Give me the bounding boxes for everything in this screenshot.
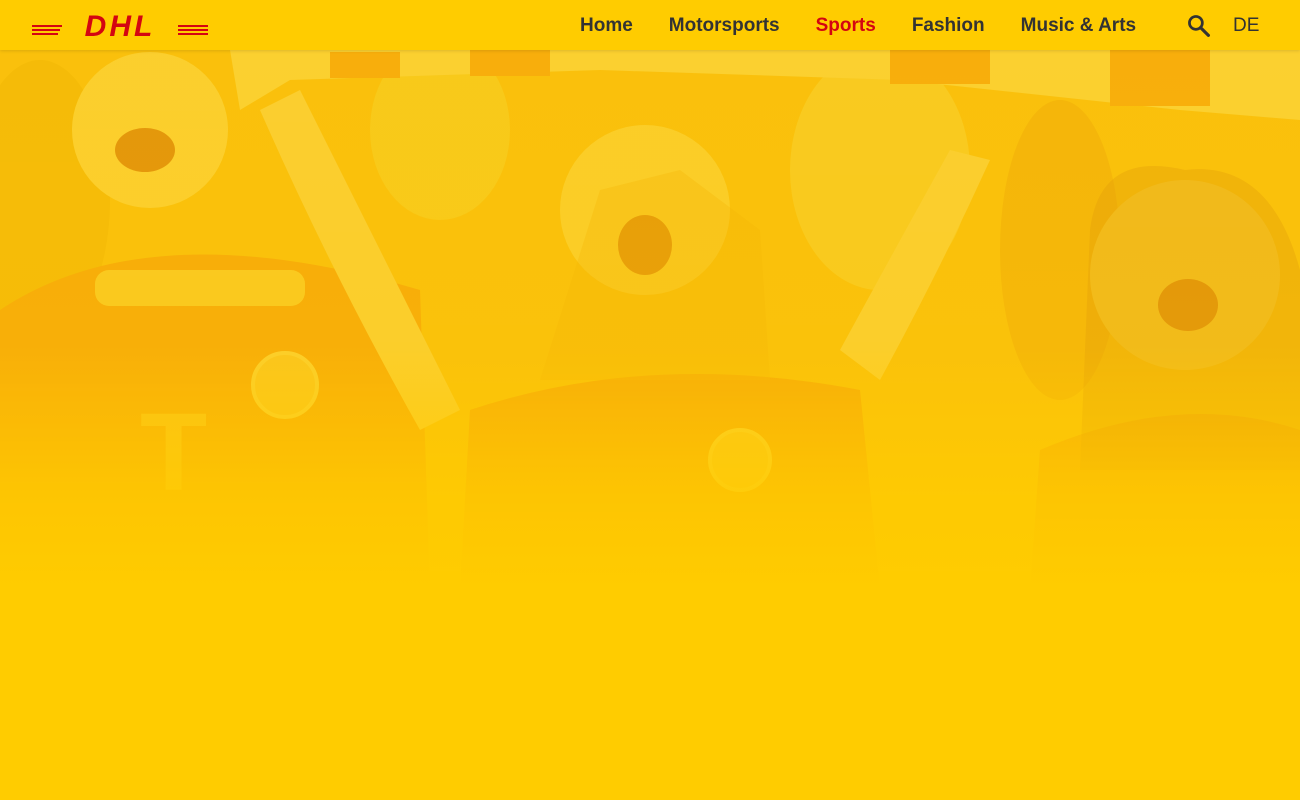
nav-item-motorsports[interactable]: Motorsports — [651, 0, 798, 50]
nav-item-fashion[interactable]: Fashion — [894, 0, 1003, 50]
main-nav: Home Motorsports Sports Fashion Music & … — [562, 0, 1154, 50]
search-icon[interactable] — [1186, 13, 1211, 38]
hero-yellow-overlay — [0, 50, 1300, 590]
page: DHL Home Motorsports Sports Fashion Musi… — [0, 0, 1300, 800]
nav-item-sports[interactable]: Sports — [798, 0, 894, 50]
dhl-logo[interactable]: DHL — [32, 11, 208, 39]
nav-item-home[interactable]: Home — [562, 0, 651, 50]
nav-item-music-arts[interactable]: Music & Arts — [1003, 0, 1154, 50]
hero-image: T — [0, 50, 1300, 590]
svg-text:DHL: DHL — [85, 11, 156, 39]
language-switch[interactable]: DE — [1233, 0, 1259, 50]
site-header: DHL Home Motorsports Sports Fashion Musi… — [0, 0, 1300, 50]
